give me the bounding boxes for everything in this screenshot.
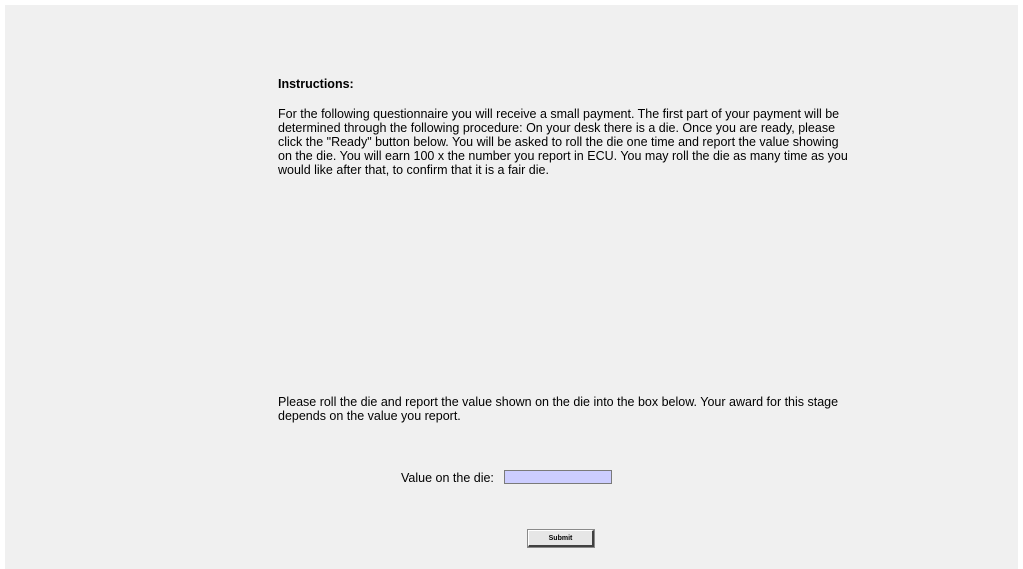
roll-die-prompt: Please roll the die and report the value… — [278, 395, 839, 423]
submit-button[interactable]: Submit — [527, 529, 595, 548]
questionnaire-screen: Instructions: For the following question… — [5, 5, 1018, 569]
value-on-die-label: Value on the die: — [401, 471, 494, 485]
instructions-text: For the following questionnaire you will… — [278, 107, 848, 177]
die-value-input[interactable] — [504, 470, 612, 484]
instructions-heading: Instructions: — [278, 77, 354, 91]
